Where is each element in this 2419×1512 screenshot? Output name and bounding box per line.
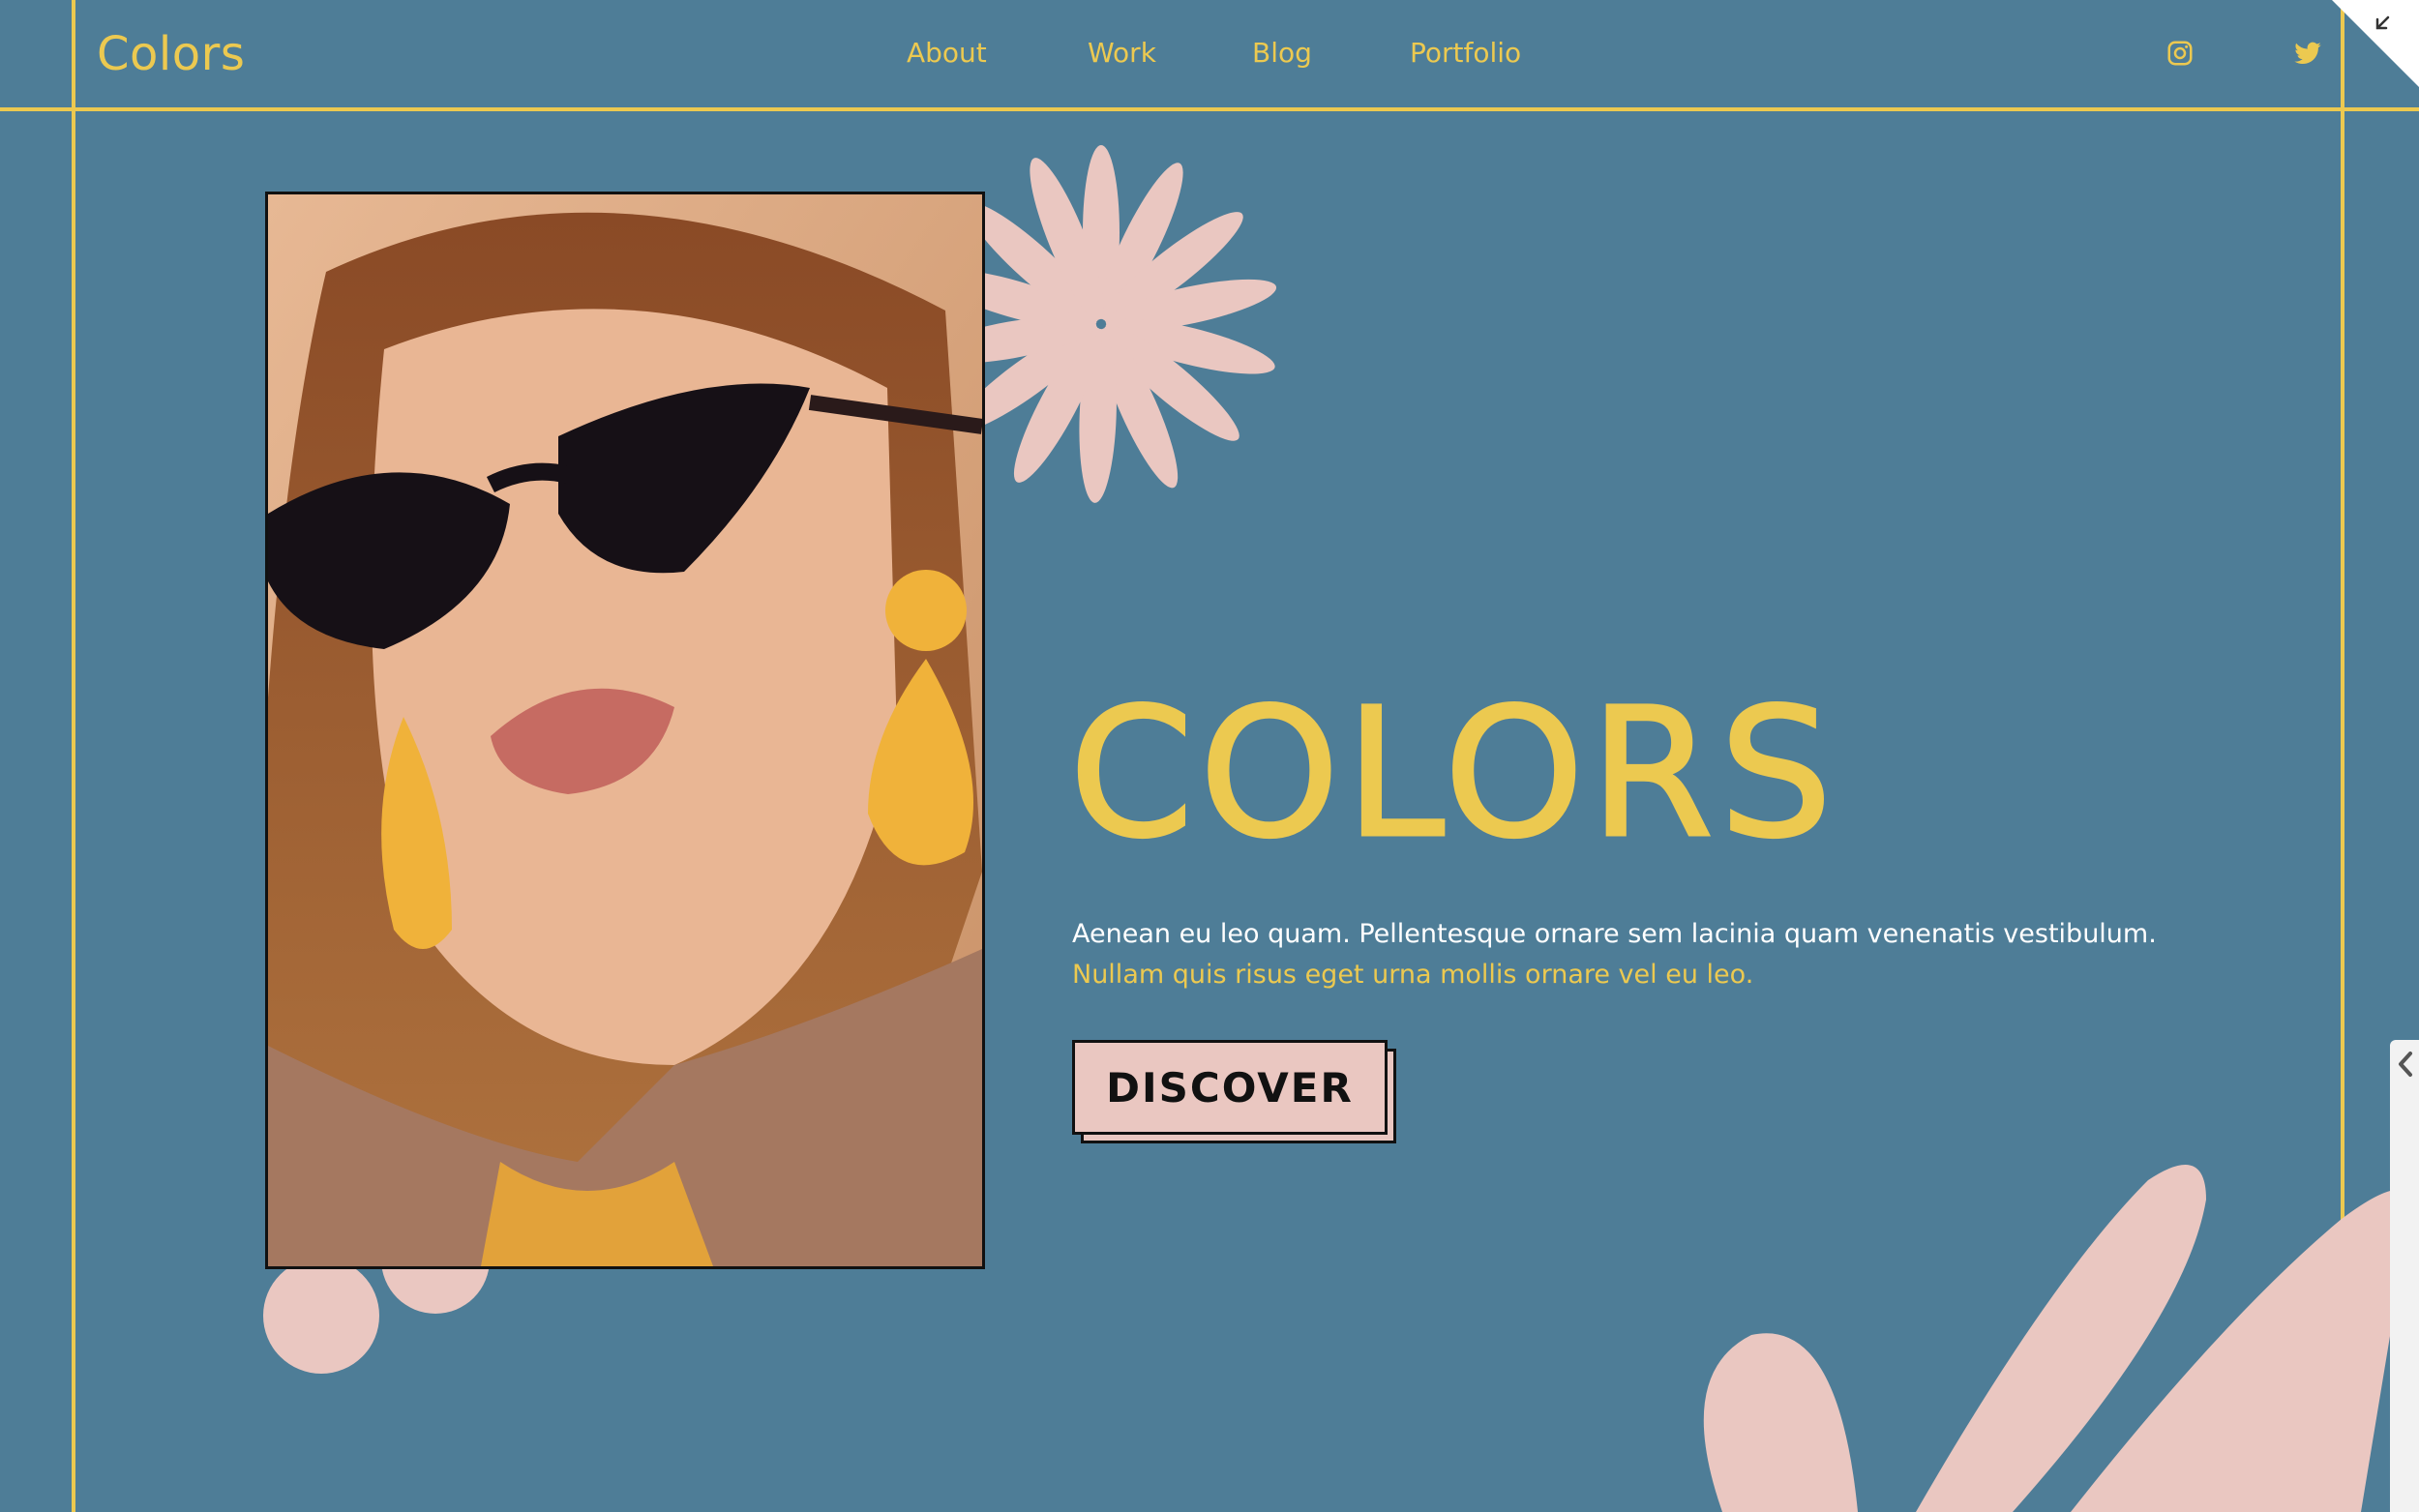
site-logo[interactable]: Colors	[97, 23, 245, 85]
leaves-decoration	[1703, 1165, 2411, 1512]
frame-line-left	[72, 0, 75, 1512]
instagram-icon[interactable]	[2165, 39, 2195, 68]
corner-collapse-icon[interactable]	[2332, 0, 2419, 87]
header-divider	[0, 107, 2419, 111]
twitter-icon[interactable]	[2293, 39, 2322, 68]
hero-description: Aenean eu leo quam. Pellentesque ornare …	[1072, 919, 2157, 949]
flower-decoration	[977, 145, 1277, 503]
discover-button[interactable]: DISCOVER	[1072, 1040, 1388, 1135]
hero-photo	[265, 192, 985, 1269]
nav-about[interactable]: About	[907, 35, 987, 72]
side-panel-toggle[interactable]	[2390, 1040, 2419, 1512]
nav-portfolio[interactable]: Portfolio	[1410, 35, 1521, 72]
chevron-left-icon	[2399, 1052, 2412, 1077]
dots-decoration	[263, 1248, 490, 1374]
nav-work[interactable]: Work	[1088, 35, 1156, 72]
hero-subdescription: Nullam quis risus eget urna mollis ornar…	[1072, 960, 1754, 990]
nav-blog[interactable]: Blog	[1252, 35, 1312, 72]
hero-title: COLORS	[1068, 670, 1838, 877]
